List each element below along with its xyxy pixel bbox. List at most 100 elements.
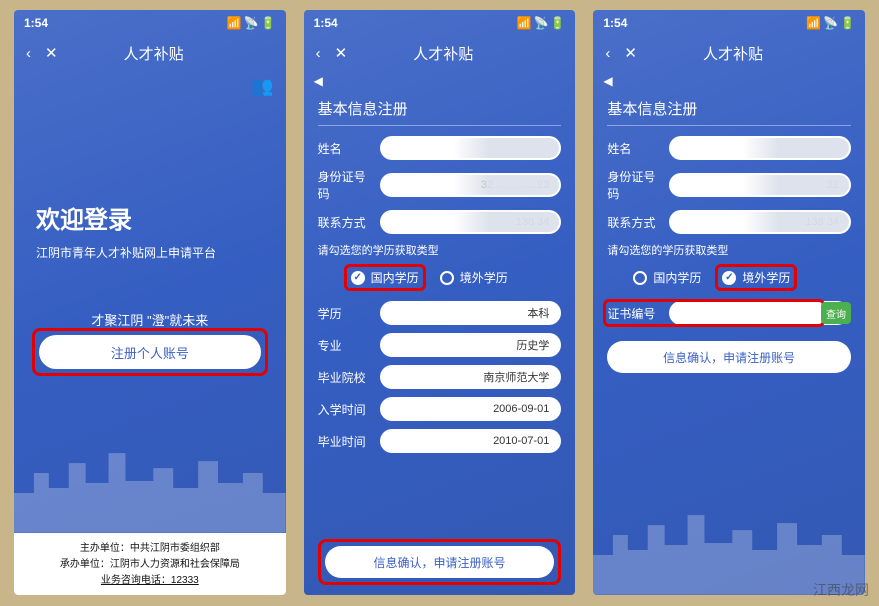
confirm-highlight: 信息确认，申请注册账号 [318,539,562,585]
welcome-subtitle: 江阴市青年人才补贴网上申请平台 [36,245,264,262]
city-illustration [14,433,286,533]
footer: 主办单位：中共江阴市委组织部 承办单位：江阴市人力资源和社会保障局 业务咨询电话… [14,533,286,595]
phone-input[interactable]: 138 34 [669,210,851,234]
row-edu-level: 学历 本科 [318,301,562,325]
footer-line3: 业务咨询电话：12333 [18,573,282,589]
row-grad: 毕业时间 2010-07-01 [318,429,562,453]
status-bar: 1:54 📶 📡 🔋 [304,10,576,36]
welcome-block: 欢迎登录 江阴市青年人才补贴网上申请平台 [36,200,264,262]
row-name: 姓名 [318,136,562,160]
nav-title: 人才补贴 [34,43,274,64]
nav-bar: ‹ ✕ 人才补贴 [304,36,576,70]
row-school: 毕业院校 南京师范大学 [318,365,562,389]
status-time: 1:54 [603,16,627,30]
domestic-highlight: ✓ 国内学历 [344,264,426,291]
back-icon[interactable]: ‹ [26,45,31,62]
row-major: 专业 历史学 [318,333,562,357]
footer-line1: 主办单位：中共江阴市委组织部 [18,541,282,557]
screen3-content: ◀ 基本信息注册 姓名 身份证号码 32 联系方式 138 34 请勾选您的学历… [593,70,865,595]
radio-overseas[interactable]: 境外学历 [440,269,508,286]
row-id: 身份证号码 32…………23 [318,168,562,202]
signal-icon: 📶 [806,16,821,30]
radio-empty-icon [440,271,454,285]
form-back-icon[interactable]: ◀ [314,74,323,88]
check-icon: ✓ [722,271,736,285]
status-bar: 1:54 📶 📡 🔋 [14,10,286,36]
status-icons: 📶 📡 🔋 [516,16,565,30]
friends-icon[interactable]: 👥 [251,76,273,97]
signal-icon: 📶 [227,16,242,30]
signal-icon: 📶 [516,16,531,30]
edu-level-label: 学历 [318,305,374,322]
overseas-highlight: ✓ 境外学历 [715,264,797,291]
major-label: 专业 [318,337,374,354]
check-icon: ✓ [351,271,365,285]
school-input[interactable]: 南京师范大学 [380,365,562,389]
screen2-content: ◀ 基本信息注册 姓名 身份证号码 32…………23 联系方式 138 34 请… [304,70,576,529]
footer-line2: 承办单位：江阴市人力资源和社会保障局 [18,557,282,573]
phone-screen-2: 1:54 📶 📡 🔋 ‹ ✕ 人才补贴 ◀ 基本信息注册 姓名 身份证号码 32… [304,10,576,595]
query-button[interactable]: 查询 [821,302,851,324]
register-highlight: 注册个人账号 [32,328,268,376]
edu-type-prompt: 请勾选您的学历获取类型 [318,242,562,258]
status-time: 1:54 [314,16,338,30]
radio-domestic[interactable]: ✓ 国内学历 [351,269,419,286]
edu-type-prompt: 请勾选您的学历获取类型 [607,242,851,258]
nav-bar: ‹ ✕ 人才补贴 [14,36,286,70]
grad-label: 毕业时间 [318,433,374,450]
phone-label: 联系方式 [607,214,663,231]
edu-level-input[interactable]: 本科 [380,301,562,325]
row-id: 身份证号码 32 [607,168,851,202]
back-icon[interactable]: ‹ [316,45,321,62]
status-icons: 📶 📡 🔋 [227,16,276,30]
id-input[interactable]: 32 [669,173,851,197]
battery-icon: 🔋 [550,16,565,30]
register-button[interactable]: 注册个人账号 [39,335,261,369]
name-input[interactable] [669,136,851,160]
cert-label: 证书编号 [607,305,663,322]
radio-empty-icon [633,271,647,285]
watermark: 江西龙网 [813,580,869,600]
section-title: 基本信息注册 [318,92,562,126]
welcome-title: 欢迎登录 [36,200,264,235]
phone-label: 联系方式 [318,214,374,231]
id-label: 身份证号码 [607,168,663,202]
major-input[interactable]: 历史学 [380,333,562,357]
slogan-text: 才聚江阴 "澄"就未来 [14,310,286,329]
row-phone: 联系方式 138 34 [607,210,851,234]
nav-bar: ‹ ✕ 人才补贴 [593,36,865,70]
wifi-icon: 📡 [244,16,259,30]
edu-type-radios: 国内学历 ✓ 境外学历 [607,264,851,291]
name-input[interactable] [380,136,562,160]
row-cert: 证书编号 查询 [607,301,851,325]
id-input[interactable]: 32…………23 [380,173,562,197]
confirm-button[interactable]: 信息确认，申请注册账号 [607,341,851,373]
radio-overseas[interactable]: ✓ 境外学历 [722,269,790,286]
status-time: 1:54 [24,16,48,30]
row-enroll: 入学时间 2006-09-01 [318,397,562,421]
radio-domestic[interactable]: 国内学历 [633,269,701,286]
status-bar: 1:54 📶 📡 🔋 [593,10,865,36]
name-label: 姓名 [607,140,663,157]
back-icon[interactable]: ‹ [605,45,610,62]
screen1-content: 👥 欢迎登录 江阴市青年人才补贴网上申请平台 才聚江阴 "澄"就未来 注册个人账… [14,70,286,595]
enroll-label: 入学时间 [318,401,374,418]
status-icons: 📶 📡 🔋 [806,16,855,30]
id-label: 身份证号码 [318,168,374,202]
phone-input[interactable]: 138 34 [380,210,562,234]
edu-type-radios: ✓ 国内学历 境外学历 [318,264,562,291]
row-name: 姓名 [607,136,851,160]
section-title: 基本信息注册 [607,92,851,126]
battery-icon: 🔋 [261,16,276,30]
grad-input[interactable]: 2010-07-01 [380,429,562,453]
wifi-icon: 📡 [533,16,548,30]
battery-icon: 🔋 [840,16,855,30]
nav-title: 人才补贴 [323,43,563,64]
phone-screen-1: 1:54 📶 📡 🔋 ‹ ✕ 人才补贴 👥 欢迎登录 江阴市青年人才补贴网上申请… [14,10,286,595]
form-back-icon[interactable]: ◀ [603,74,612,88]
nav-title: 人才补贴 [613,43,853,64]
confirm-button[interactable]: 信息确认，申请注册账号 [325,546,555,578]
phone-screen-3: 1:54 📶 📡 🔋 ‹ ✕ 人才补贴 ◀ 基本信息注册 姓名 身份证号码 32… [593,10,865,595]
enroll-input[interactable]: 2006-09-01 [380,397,562,421]
row-phone: 联系方式 138 34 [318,210,562,234]
